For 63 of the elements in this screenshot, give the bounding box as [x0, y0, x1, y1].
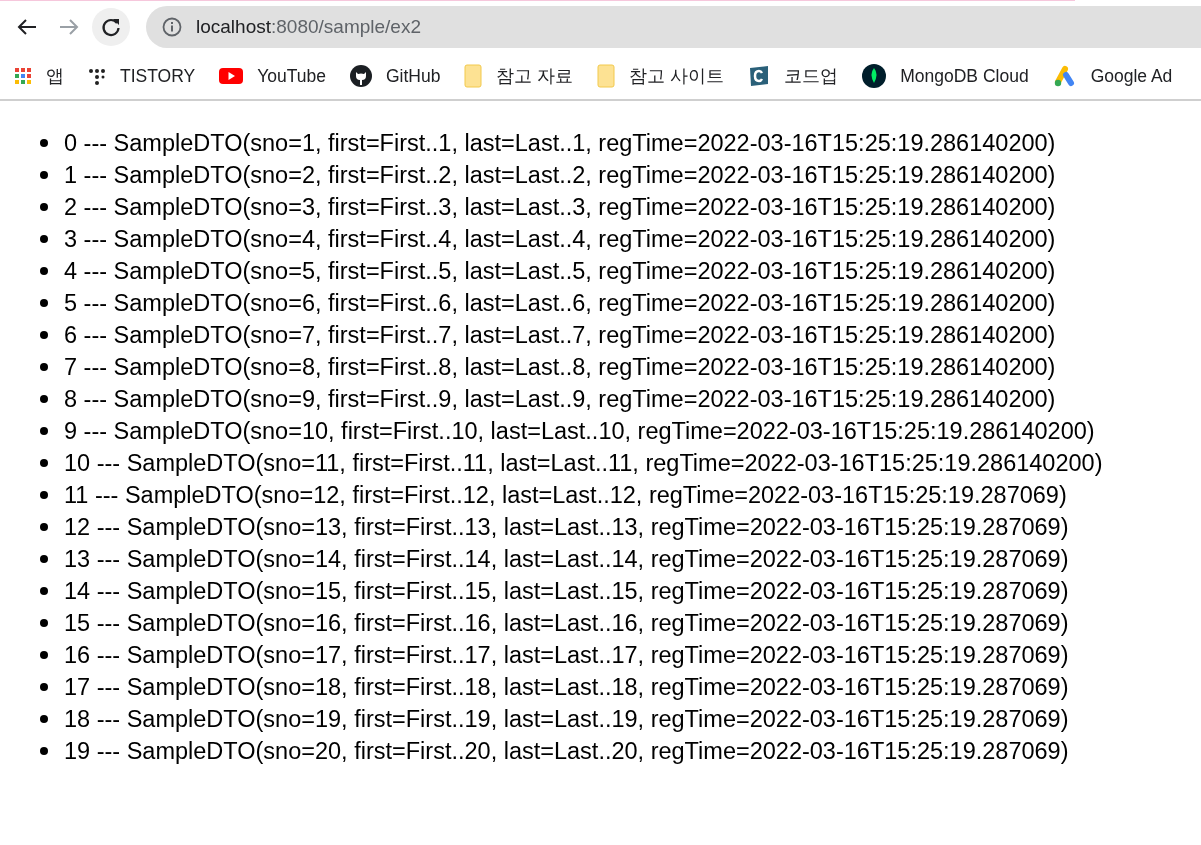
bullet-icon [40, 747, 48, 755]
list-item-text: 10 --- SampleDTO(sno=11, first=First..11, last=Last..11, regTime=2022-03-16T15:25:19.286140200) [64, 449, 1103, 477]
folder-icon [597, 64, 616, 88]
apps-grid-icon [14, 67, 32, 85]
reload-icon [100, 16, 122, 38]
bullet-icon [40, 523, 48, 531]
bookmark-item[interactable]: 참고 사이트 [597, 64, 725, 88]
bookmark-item[interactable]: Google Ad [1052, 65, 1173, 87]
bullet-icon [40, 619, 48, 627]
list-item-text: 15 --- SampleDTO(sno=16, first=First..16, last=Last..16, regTime=2022-03-16T15:25:19.287069) [64, 609, 1069, 637]
list-item-text: 19 --- SampleDTO(sno=20, first=First..20, last=Last..20, regTime=2022-03-16T15:25:19.287069) [64, 737, 1069, 765]
bookmark-item[interactable]: 참고 자료 [464, 64, 574, 88]
bookmark-item[interactable]: YouTube [219, 65, 326, 87]
bullet-icon [40, 683, 48, 691]
list-item-text: 1 --- SampleDTO(sno=2, first=First..2, last=Last..2, regTime=2022-03-16T15:25:19.286140200) [64, 161, 1056, 189]
bullet-icon [40, 395, 48, 403]
list-item-text: 5 --- SampleDTO(sno=6, first=First..6, last=Last..6, regTime=2022-03-16T15:25:19.286140200) [64, 289, 1056, 317]
list-item-text: 16 --- SampleDTO(sno=17, first=First..17, last=Last..17, regTime=2022-03-16T15:25:19.287069) [64, 641, 1069, 669]
leaf-icon [862, 64, 887, 88]
bullet-icon [40, 587, 48, 595]
bullet-icon [40, 715, 48, 723]
list-item-text: 9 --- SampleDTO(sno=10, first=First..10, last=Last..10, regTime=2022-03-16T15:25:19.286140200) [64, 417, 1095, 445]
ads-logo-icon [1052, 65, 1077, 87]
bullet-icon [40, 171, 48, 179]
bullet-icon [40, 235, 48, 243]
bullet-icon [40, 267, 48, 275]
list-item-text: 4 --- SampleDTO(sno=5, first=First..5, last=Last..5, regTime=2022-03-16T15:25:19.286140200) [64, 257, 1056, 285]
list-item-text: 3 --- SampleDTO(sno=4, first=First..4, last=Last..4, regTime=2022-03-16T15:25:19.286140200) [64, 225, 1056, 253]
list-item-text: 0 --- SampleDTO(sno=1, first=First..1, last=Last..1, regTime=2022-03-16T15:25:19.286140200) [64, 129, 1056, 157]
list-item-text: 18 --- SampleDTO(sno=19, first=First..19, last=Last..19, regTime=2022-03-16T15:25:19.287069) [64, 705, 1069, 733]
list-item-text: 2 --- SampleDTO(sno=3, first=First..3, last=Last..3, regTime=2022-03-16T15:25:19.286140200) [64, 193, 1056, 221]
bookmark-item[interactable]: 코드업 [748, 64, 839, 88]
bullet-icon [40, 491, 48, 499]
info-icon [162, 17, 182, 37]
play-icon [219, 67, 244, 85]
list-item-text: 11 --- SampleDTO(sno=12, first=First..12, last=Last..12, regTime=2022-03-16T15:25:19.287069) [64, 481, 1067, 509]
bullet-icon [40, 363, 48, 371]
list-item-text: 7 --- SampleDTO(sno=8, first=First..8, last=Last..8, regTime=2022-03-16T15:25:19.286140200) [64, 353, 1056, 381]
folder-icon [464, 64, 483, 88]
reload-button[interactable] [92, 8, 130, 46]
c-logo-icon [748, 65, 771, 87]
bullet-icon [40, 651, 48, 659]
bullet-icon [40, 331, 48, 339]
address-bar[interactable]: localhost:8080/sample/ex2 [146, 6, 1201, 48]
dots-icon [88, 67, 106, 85]
bookmark-item[interactable]: 앱 [14, 64, 64, 88]
bullet-icon [40, 299, 48, 307]
list-item-text: 17 --- SampleDTO(sno=18, first=First..18, last=Last..18, regTime=2022-03-16T15:25:19.287069) [64, 673, 1069, 701]
bullet-icon [40, 459, 48, 467]
bullet-icon [40, 139, 48, 147]
list-item-text: 8 --- SampleDTO(sno=9, first=First..9, last=Last..9, regTime=2022-03-16T15:25:19.286140200) [64, 385, 1056, 413]
url-text: localhost:8080/sample/ex2 [196, 16, 421, 38]
bookmark-item[interactable]: GitHub [350, 65, 441, 87]
bookmark-item[interactable]: TISTORY [88, 65, 196, 87]
bookmark-item[interactable]: MongoDB Cloud [862, 64, 1029, 88]
bullet-icon [40, 555, 48, 563]
list-item-text: 6 --- SampleDTO(sno=7, first=First..7, last=Last..7, regTime=2022-03-16T15:25:19.286140200) [64, 321, 1056, 349]
bullet-icon [40, 203, 48, 211]
list-item-text: 14 --- SampleDTO(sno=15, first=First..15, last=Last..15, regTime=2022-03-16T15:25:19.287069) [64, 577, 1069, 605]
cat-icon [350, 65, 372, 87]
list-item-text: 13 --- SampleDTO(sno=14, first=First..14, last=Last..14, regTime=2022-03-16T15:25:19.287069) [64, 545, 1069, 573]
list-item-text: 12 --- SampleDTO(sno=13, first=First..13, last=Last..13, regTime=2022-03-16T15:25:19.287069) [64, 513, 1069, 541]
bullet-icon [40, 427, 48, 435]
